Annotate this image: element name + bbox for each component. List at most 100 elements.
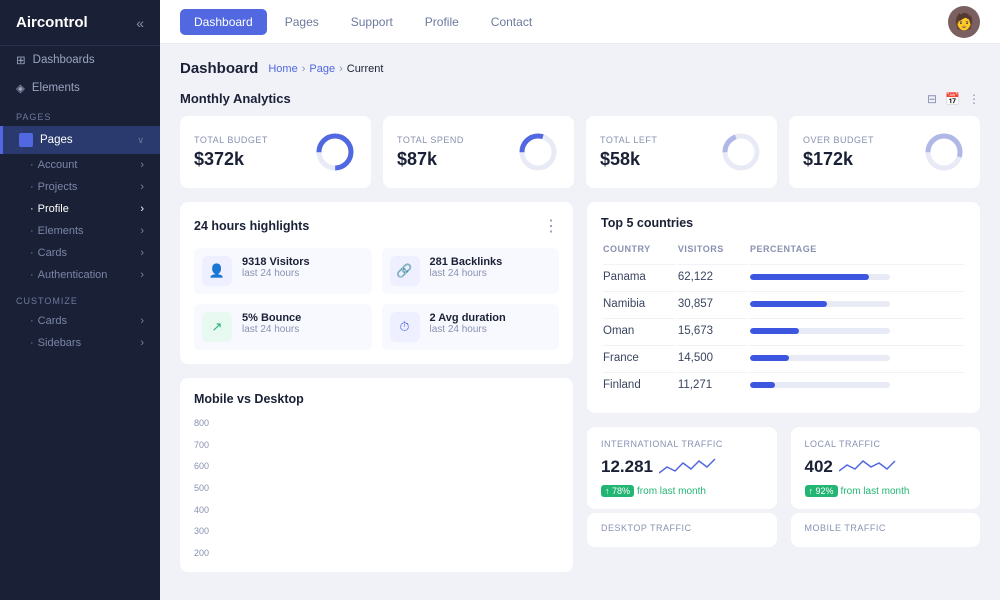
- y-label: 300: [194, 526, 209, 536]
- metric-value: $372k: [194, 149, 268, 170]
- chevron-right-icon: ›: [140, 159, 144, 171]
- sub-item-label: Profile: [34, 203, 141, 215]
- sidebar-sub-item-sidebars[interactable]: · Sidebars ›: [0, 332, 160, 354]
- more-icon[interactable]: ⋮: [968, 92, 980, 106]
- metric-card-total-left: TOTAL LEFT $58k: [586, 116, 777, 188]
- page-title: Dashboard: [180, 60, 258, 77]
- local-traffic-change: ↑ 92% from last month: [805, 485, 967, 497]
- filter-icon[interactable]: ⊟: [927, 92, 937, 106]
- countries-title: Top 5 countries: [601, 216, 693, 230]
- duration-icon: ⏱: [390, 312, 420, 342]
- intl-traffic-change: ↑ 78% from last month: [601, 485, 763, 497]
- metric-card-total-spend: TOTAL SPEND $87k: [383, 116, 574, 188]
- nav-tabs: Dashboard Pages Support Profile Contact: [180, 9, 546, 35]
- avatar[interactable]: 🧑: [948, 6, 980, 38]
- sidebar-sub-item-cards-customize[interactable]: · Cards ›: [0, 310, 160, 332]
- tab-dashboard[interactable]: Dashboard: [180, 9, 267, 35]
- y-label: 200: [194, 548, 209, 558]
- sidebar-sub-item-profile[interactable]: · Profile ›: [0, 198, 160, 220]
- tab-pages[interactable]: Pages: [271, 9, 333, 35]
- visitor-count: 14,500: [678, 345, 748, 370]
- sidebar-sub-item-cards[interactable]: · Cards ›: [0, 242, 160, 264]
- calendar-icon[interactable]: 📅: [945, 92, 960, 106]
- percentage-bar: [750, 318, 964, 343]
- sidebar-logo: Aircontrol «: [0, 0, 160, 46]
- local-traffic-value: 402: [805, 457, 833, 477]
- sidebar-item-elements[interactable]: ◈ Elements: [0, 74, 160, 102]
- y-axis-labels: 800 700 600 500 400 300 200: [194, 418, 215, 558]
- y-label: 500: [194, 483, 209, 493]
- breadcrumb-row: Dashboard Home › Page › Current: [180, 60, 980, 77]
- countries-table: COUNTRY VISITORS PERCENTAGE Panama 62,12…: [601, 242, 966, 399]
- visitor-count: 15,673: [678, 318, 748, 343]
- highlight-duration: ⏱ 2 Avg duration last 24 hours: [382, 304, 560, 350]
- tab-support[interactable]: Support: [337, 9, 407, 35]
- highlights-card: 24 hours highlights ⋮ 👤 9318 Visitors la…: [180, 202, 573, 364]
- mobile-vs-desktop-card: Mobile vs Desktop 800 700 600 500 400 30…: [180, 378, 573, 572]
- metric-label: TOTAL SPEND: [397, 135, 464, 145]
- sidebar-sub-item-authentication[interactable]: · Authentication ›: [0, 264, 160, 286]
- tab-profile[interactable]: Profile: [411, 9, 473, 35]
- sub-item-label: Projects: [34, 181, 141, 193]
- chevron-right-icon: ›: [140, 181, 144, 193]
- highlight-visitors: 👤 9318 Visitors last 24 hours: [194, 248, 372, 294]
- chevron-right-icon: ›: [140, 225, 144, 237]
- up-arrow-icon: ↑ 78%: [601, 485, 634, 497]
- dashboard-icon: ⊞: [16, 53, 26, 67]
- chevron-right-icon: ›: [140, 247, 144, 259]
- metric-cards: TOTAL BUDGET $372k TOTAL SPEND $87k: [180, 116, 980, 188]
- visitor-count: 30,857: [678, 291, 748, 316]
- highlight-value: 281 Backlinks: [430, 256, 503, 268]
- highlight-sub: last 24 hours: [430, 324, 506, 335]
- highlights-menu-icon[interactable]: ⋮: [543, 216, 559, 236]
- chevron-right-icon: ›: [140, 315, 144, 327]
- sidebar-item-label: Pages: [40, 134, 73, 146]
- collapse-button[interactable]: «: [136, 15, 144, 31]
- sub-item-label: Cards: [34, 247, 141, 259]
- bounce-icon: ↗: [202, 312, 232, 342]
- sidebar-sub-item-account[interactable]: · Account ›: [0, 154, 160, 176]
- metric-card-over-budget: OVER BUDGET $172k: [789, 116, 980, 188]
- intl-sparkline: [659, 453, 719, 481]
- breadcrumb-page[interactable]: Page: [309, 63, 335, 75]
- tab-contact[interactable]: Contact: [477, 9, 546, 35]
- sub-item-label: Authentication: [34, 269, 141, 281]
- change-label: from last month: [841, 486, 910, 497]
- highlight-value: 5% Bounce: [242, 312, 301, 324]
- chart-title: Mobile vs Desktop: [194, 392, 304, 406]
- bar-chart: [215, 418, 559, 558]
- backlinks-icon: 🔗: [390, 256, 420, 286]
- desktop-mobile-traffic: DESKTOP TRAFFIC MOBILE TRAFFIC: [587, 513, 980, 547]
- metric-label: OVER BUDGET: [803, 135, 874, 145]
- sidebar-item-dashboards[interactable]: ⊞ Dashboards: [0, 46, 160, 74]
- sidebar-sub-item-elements[interactable]: · Elements ›: [0, 220, 160, 242]
- country-name: Oman: [603, 318, 676, 343]
- sidebar: Aircontrol « ⊞ Dashboards ◈ Elements PAG…: [0, 0, 160, 600]
- highlight-backlinks: 🔗 281 Backlinks last 24 hours: [382, 248, 560, 294]
- intl-traffic-label: INTERNATIONAL TRAFFIC: [601, 439, 763, 449]
- analytics-icons: ⊟ 📅 ⋮: [927, 92, 980, 106]
- change-label: from last month: [637, 486, 706, 497]
- pages-icon: [19, 133, 33, 147]
- highlight-sub: last 24 hours: [430, 268, 503, 279]
- sidebar-sub-item-projects[interactable]: · Projects ›: [0, 176, 160, 198]
- intl-traffic-value: 12.281: [601, 457, 653, 477]
- local-sparkline: [839, 453, 899, 481]
- metric-label: TOTAL BUDGET: [194, 135, 268, 145]
- sidebar-item-label: Elements: [32, 82, 80, 94]
- analytics-title: Monthly Analytics: [180, 91, 291, 106]
- sub-item-label: Account: [34, 159, 141, 171]
- table-row: Panama 62,122: [603, 264, 964, 289]
- breadcrumb-home[interactable]: Home: [268, 63, 297, 75]
- metric-value: $172k: [803, 149, 874, 170]
- page-content: Dashboard Home › Page › Current Monthly …: [160, 44, 1000, 600]
- mobile-traffic-card: MOBILE TRAFFIC: [791, 513, 981, 547]
- sidebar-item-pages[interactable]: Pages ∨: [0, 126, 160, 154]
- visitor-count: 62,122: [678, 264, 748, 289]
- donut-chart-spend: [516, 130, 560, 174]
- bar-chart-area: 800 700 600 500 400 300 200: [194, 418, 559, 558]
- app-name: Aircontrol: [16, 14, 88, 31]
- chart-header: Mobile vs Desktop: [194, 392, 559, 406]
- breadcrumb-sep2: ›: [339, 63, 343, 75]
- desktop-traffic-card: DESKTOP TRAFFIC: [587, 513, 777, 547]
